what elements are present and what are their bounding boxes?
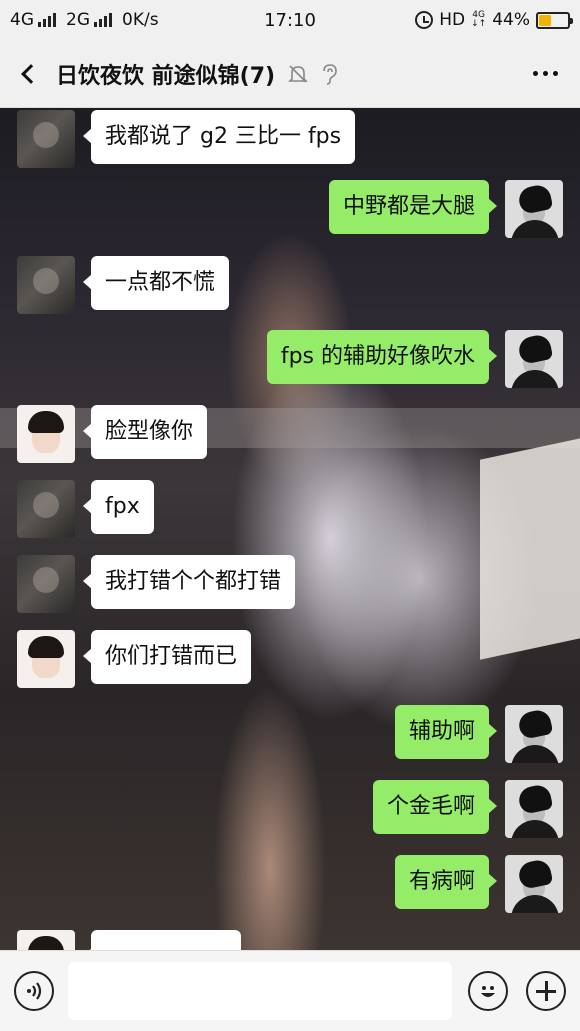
network-label-1: 4G — [10, 10, 34, 30]
avatar[interactable] — [505, 780, 563, 838]
avatar-hair — [28, 411, 64, 433]
network-speed: 0K/s — [122, 10, 159, 30]
status-left: 4G 2G 0K/s — [10, 10, 240, 30]
status-right: HD 4G ↓↑ 44% — [415, 10, 573, 30]
avatar[interactable] — [17, 480, 75, 538]
message-bubble[interactable]: 我打错个个都打错 — [82, 555, 296, 609]
avatar[interactable] — [505, 855, 563, 913]
message-bubble[interactable]: 我都说了 g2 三比一 fps — [82, 110, 356, 164]
received-message: 我打错个个都打错 — [17, 555, 296, 613]
avatar[interactable] — [505, 705, 563, 763]
emoji-button[interactable] — [468, 971, 508, 1011]
ear-icon — [323, 63, 337, 85]
bell-off-icon — [288, 64, 309, 83]
plus-button[interactable] — [526, 971, 566, 1011]
message-input[interactable] — [68, 962, 452, 1020]
battery-fill — [539, 14, 552, 26]
alarm-icon — [415, 11, 434, 29]
received-message: fpx — [17, 480, 154, 538]
network-label-2: 2G — [66, 10, 90, 30]
avatar-body — [511, 895, 559, 913]
message-bubble[interactable]: 脸型像你 — [82, 405, 208, 459]
avatar[interactable] — [17, 555, 75, 613]
emoji-icon — [481, 986, 495, 997]
message-bubble[interactable]: 有病啊 — [394, 855, 498, 909]
avatar[interactable] — [17, 110, 75, 168]
message-bubble[interactable]: fpx — [83, 480, 154, 534]
avatar[interactable] — [17, 930, 75, 950]
message-bubble[interactable]: 一点都不慌 — [82, 256, 230, 310]
message-bubble[interactable] — [83, 930, 241, 950]
received-message: 一点都不慌 — [17, 256, 230, 314]
background-drawer — [480, 436, 580, 660]
mobile-data-arrows: ↓↑ — [471, 19, 487, 29]
battery-percent: 44% — [492, 10, 530, 30]
received-message — [17, 930, 241, 950]
avatar-hair — [28, 936, 64, 950]
hd-label: HD — [439, 10, 466, 30]
avatar-hair — [28, 636, 64, 658]
chat-message-list[interactable]: 我都说了 g2 三比一 fps 中野都是大腿一点都不慌 fps 的辅助好像吹水脸型像… — [0, 108, 580, 950]
status-bar: 4G 2G 0K/s 17:10 HD 4G ↓↑ 44% — [0, 0, 580, 40]
more-dot — [552, 71, 558, 76]
voice-button[interactable] — [14, 971, 54, 1011]
avatar-body — [511, 220, 559, 238]
message-bubble[interactable]: 你们打错而已 — [82, 630, 252, 684]
mobile-data-icon: 4G ↓↑ — [471, 11, 486, 29]
avatar[interactable] — [17, 405, 75, 463]
voice-icon — [27, 982, 42, 1000]
avatar-body — [511, 745, 559, 763]
message-bubble[interactable]: 辅助啊 — [394, 705, 498, 759]
more-dot — [532, 71, 538, 76]
plus-icon-bar — [536, 989, 556, 993]
signal-icon — [38, 13, 56, 27]
back-button[interactable] — [0, 40, 56, 108]
input-bar — [0, 950, 580, 1031]
avatar[interactable] — [505, 180, 563, 238]
sent-message: 中野都是大腿 — [328, 180, 563, 238]
chat-title: 日饮夜饮 前途似锦(7) — [56, 63, 276, 89]
received-message: 脸型像你 — [17, 405, 208, 463]
avatar[interactable] — [17, 630, 75, 688]
chat-screen: 4G 2G 0K/s 17:10 HD 4G ↓↑ 44% 日饮夜饮 前途似锦(… — [0, 0, 580, 1031]
message-bubble[interactable]: 中野都是大腿 — [328, 180, 498, 234]
avatar-body — [511, 820, 559, 838]
received-message: 你们打错而已 — [17, 630, 252, 688]
more-button[interactable] — [510, 40, 580, 108]
avatar-body — [511, 370, 559, 388]
chevron-left-icon — [21, 63, 41, 84]
title-icons — [287, 63, 339, 85]
more-dot — [542, 71, 548, 76]
avatar[interactable] — [17, 256, 75, 314]
received-message: 我都说了 g2 三比一 fps — [17, 110, 356, 168]
sent-message: fps 的辅助好像吹水 — [266, 330, 563, 388]
sent-message: 有病啊 — [394, 855, 563, 913]
signal-icon — [94, 13, 112, 27]
message-bubble[interactable]: fps 的辅助好像吹水 — [266, 330, 498, 384]
avatar[interactable] — [505, 330, 563, 388]
message-bubble[interactable]: 个金毛啊 — [372, 780, 498, 834]
chat-header: 日饮夜饮 前途似锦(7) — [0, 40, 580, 108]
battery-icon — [536, 11, 573, 29]
sent-message: 个金毛啊 — [372, 780, 563, 838]
sent-message: 辅助啊 — [394, 705, 563, 763]
